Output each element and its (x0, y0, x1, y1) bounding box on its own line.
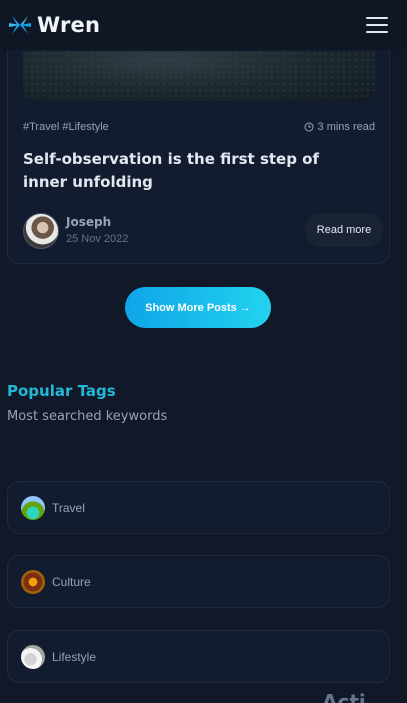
clock-icon (304, 122, 314, 132)
brand-name: Wren (37, 13, 101, 37)
tag-lifestyle-image (21, 644, 45, 669)
popular-tags-subtitle: Most searched keywords (7, 409, 168, 424)
tag-culture[interactable]: Culture (7, 555, 390, 608)
tag-travel-image (21, 495, 45, 520)
tag-travel[interactable]: Travel (7, 481, 390, 534)
read-more-button[interactable]: Read more (305, 213, 383, 247)
popular-tags-title: Popular Tags (7, 382, 116, 400)
post-title[interactable]: Self-observation is the first step of in… (23, 148, 343, 194)
show-more-posts-button[interactable]: Show More Posts → (125, 287, 271, 328)
tag-culture-image (21, 569, 45, 594)
brand-link[interactable]: Wren (8, 13, 100, 37)
logo-icon (9, 16, 31, 34)
tag-label: Culture (52, 574, 91, 589)
author-name[interactable]: Joseph (66, 215, 111, 229)
tag-lifestyle[interactable]: Lifestyle (7, 630, 390, 683)
avatar[interactable] (23, 213, 59, 249)
post-tags[interactable]: #Travel #Lifestyle (23, 121, 109, 133)
post-meta: #Travel #Lifestyle 3 mins read (23, 121, 375, 133)
tag-label: Lifestyle (52, 649, 97, 664)
next-section-heading: Acti (322, 690, 366, 703)
read-time-text: 3 mins read (317, 121, 375, 133)
post-date: 25 Nov 2022 (66, 233, 129, 245)
read-time: 3 mins read (304, 121, 375, 133)
site-header: Wren (0, 0, 407, 50)
tag-label: Travel (52, 500, 85, 515)
author-row: Joseph 25 Nov 2022 Read more (23, 211, 383, 249)
hamburger-icon[interactable] (366, 17, 388, 33)
post-card[interactable]: #Travel #Lifestyle 3 mins read Self-obse… (7, 30, 390, 264)
post-thumbnail[interactable] (23, 51, 375, 101)
